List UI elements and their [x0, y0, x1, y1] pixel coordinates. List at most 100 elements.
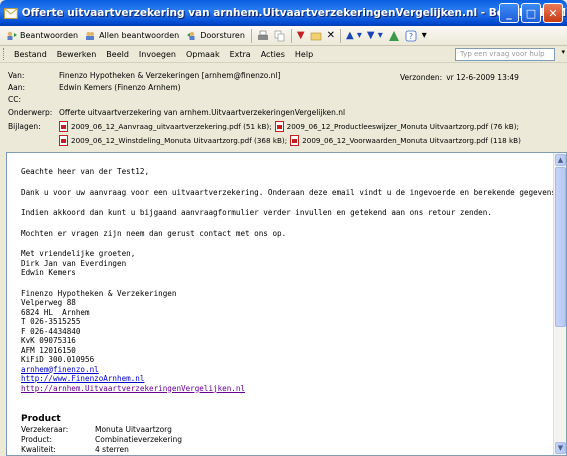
menu-extra[interactable]: Extra: [225, 50, 256, 59]
standard-toolbar: Beantwoorden Allen beantwoorden Doorstur…: [0, 26, 567, 46]
toolbar-separator: [290, 28, 292, 43]
fax: F 026-4434840: [21, 326, 81, 336]
attachments-label-row: Bijlagen:: [8, 122, 59, 133]
toolbar-separator: [250, 28, 252, 43]
help-search-input[interactable]: Typ een vraag voor hulp: [455, 48, 555, 61]
menu-grip[interactable]: [3, 48, 6, 60]
envelope-icon: [4, 7, 18, 19]
product-row-value: Combinatieverzekering: [95, 434, 183, 444]
maximize-button[interactable]: □: [521, 3, 541, 23]
kvk: KvK 09075316: [21, 336, 76, 345]
menu-help[interactable]: Help: [290, 50, 318, 59]
menu-bestand[interactable]: Bestand: [9, 50, 52, 59]
attachment-2[interactable]: 2009_06_12_Productleeswijzer_Monuta Uitv…: [287, 122, 519, 131]
comparison-site-link[interactable]: http://arnhem.UitvaartverzekeringenVerge…: [21, 384, 245, 393]
sent-label: Verzonden:: [400, 73, 443, 82]
attachment-3[interactable]: 2009_06_12_Winstdeling_Monuta Uitvaartzo…: [71, 136, 287, 145]
scrollbar-thumb[interactable]: [555, 167, 566, 327]
paragraph-2: Indien akkoord dan kunt u bijgaand aanvr…: [21, 208, 492, 217]
help-icon[interactable]: ?: [403, 27, 419, 45]
paragraph-3: Mochten er vragen zijn neem dan gerust c…: [21, 228, 287, 238]
sent-row: Verzonden: vr 12-6-2009 13:49: [400, 73, 519, 82]
reply-all-label: Allen beantwoorden: [99, 31, 180, 40]
product-section-title: Product: [21, 414, 61, 424]
product-row-label: Kwaliteit:: [21, 444, 56, 454]
next-item-icon[interactable]: ▼ ▾: [365, 27, 385, 45]
afm: AFM 12016150: [21, 345, 76, 355]
reply-label: Beantwoorden: [20, 31, 79, 40]
phone: T 026-3515255: [21, 317, 81, 326]
reply-button[interactable]: Beantwoorden: [3, 27, 81, 45]
forward-label: Doorsturen: [200, 31, 245, 40]
reply-all-icon: [86, 31, 95, 40]
toolbar-separator: [340, 28, 342, 43]
pdf-icon: [59, 135, 68, 146]
copy-icon[interactable]: [272, 27, 288, 45]
cc-row: CC:: [8, 95, 59, 106]
from-row: Van: Finenzo Hypotheken & Verzekeringen …: [8, 71, 280, 82]
menu-opmaak[interactable]: Opmaak: [181, 50, 225, 59]
reply-icon: [7, 31, 17, 40]
pdf-icon: [290, 135, 300, 146]
pdf-icon: [274, 121, 284, 132]
delete-icon[interactable]: ✕: [325, 27, 337, 45]
address-street: Velperweg 88: [21, 298, 76, 307]
scroll-down-icon[interactable]: ▼: [555, 442, 566, 454]
attachments-row-2: 2009_06_12_Winstdeling_Monuta Uitvaartzo…: [59, 135, 521, 146]
close-button[interactable]: ✕: [543, 3, 563, 23]
flag-icon[interactable]: ▼: [295, 27, 307, 45]
attachment-4[interactable]: 2009_06_12_Voorwaarden_Monuta Uitvaartzo…: [302, 136, 521, 145]
move-to-folder-icon[interactable]: [308, 27, 324, 45]
message-header: Van: Finenzo Hypotheken & Verzekeringen …: [0, 64, 567, 152]
attachments-label: Bijlagen:: [8, 122, 41, 131]
to-row: Aan: Edwin Kemers (Finenzo Arnhem): [8, 83, 181, 94]
menu-invoegen[interactable]: Invoegen: [134, 50, 181, 59]
product-row-value: 4 sterren: [95, 444, 129, 454]
menu-beeld[interactable]: Beeld: [101, 50, 134, 59]
forward-icon: [187, 31, 195, 40]
greeting: Geachte heer van der Test12,: [21, 167, 150, 176]
print-icon[interactable]: [255, 27, 271, 45]
product-row-label: Product:: [21, 434, 53, 444]
email-link[interactable]: arnhem@finenzo.nl: [21, 365, 99, 374]
help-dropdown-icon[interactable]: ▾: [561, 48, 565, 56]
product-row: Kwaliteit: 4 sterren: [21, 445, 551, 455]
to-value[interactable]: Edwin Kemers (Finenzo Arnhem): [59, 83, 181, 94]
attachment-1[interactable]: 2009_06_12_Aanvraag_uitvaartverzekering.…: [71, 122, 272, 131]
vertical-scrollbar[interactable]: ▲ ▼: [553, 153, 566, 455]
company-name: Finenzo Hypotheken & Verzekeringen: [21, 288, 177, 298]
message-text: Geachte heer van der Test12, Dank u voor…: [21, 167, 561, 455]
attachments-row-1: 2009_06_12_Aanvraag_uitvaartverzekering.…: [59, 121, 519, 132]
previous-item-icon[interactable]: ▲ ▾: [344, 27, 364, 45]
signature-name-1: Dirk Jan van Everdingen: [21, 258, 127, 268]
menu-bewerken[interactable]: Bewerken: [52, 50, 102, 59]
subject-row: Onderwerp: Offerte uitvaartverzekering v…: [8, 108, 345, 119]
signature-name-2: Edwin Kemers: [21, 268, 76, 277]
from-value[interactable]: Finenzo Hypotheken & Verzekeringen [arnh…: [59, 71, 280, 82]
scroll-up-icon[interactable]: ▲: [555, 154, 566, 166]
forward-button[interactable]: Doorsturen: [183, 27, 248, 45]
paragraph-1: Dank u voor uw aanvraag voor een uitvaar…: [21, 187, 561, 197]
toolbar-options-icon[interactable]: ▾: [420, 27, 429, 45]
to-label: Aan:: [8, 83, 26, 92]
product-row-value: Monuta Uitvaartzorg: [95, 424, 172, 434]
from-label: Van:: [8, 71, 25, 80]
kifid: KiFiD 300.010956: [21, 355, 95, 364]
title-bar: Offerte uitvaartverzekering van arnhem.U…: [0, 0, 567, 26]
cc-label: CC:: [8, 95, 22, 104]
subject-value: Offerte uitvaartverzekering van arnhem.U…: [59, 108, 346, 117]
message-body[interactable]: Geachte heer van der Test12, Dank u voor…: [6, 152, 567, 456]
product-row: Verzekeraar: Monuta Uitvaartzorg: [21, 425, 551, 435]
address-city: 6824 HL Arnhem: [21, 307, 90, 317]
website-link[interactable]: http://www.FinenzoArnhem.nl: [21, 374, 144, 383]
address-book-icon[interactable]: [386, 27, 402, 45]
minimize-button[interactable]: _: [499, 3, 519, 23]
reply-all-button[interactable]: Allen beantwoorden: [82, 27, 182, 45]
menu-acties[interactable]: Acties: [256, 50, 290, 59]
pdf-icon: [59, 121, 68, 132]
sent-value: vr 12-6-2009 13:49: [446, 73, 519, 82]
subject-label: Onderwerp:: [8, 108, 53, 117]
window-title: Offerte uitvaartverzekering van arnhem.U…: [21, 7, 567, 19]
closing: Met vriendelijke groeten,: [21, 249, 136, 258]
product-row-label: Verzekeraar:: [21, 424, 69, 434]
